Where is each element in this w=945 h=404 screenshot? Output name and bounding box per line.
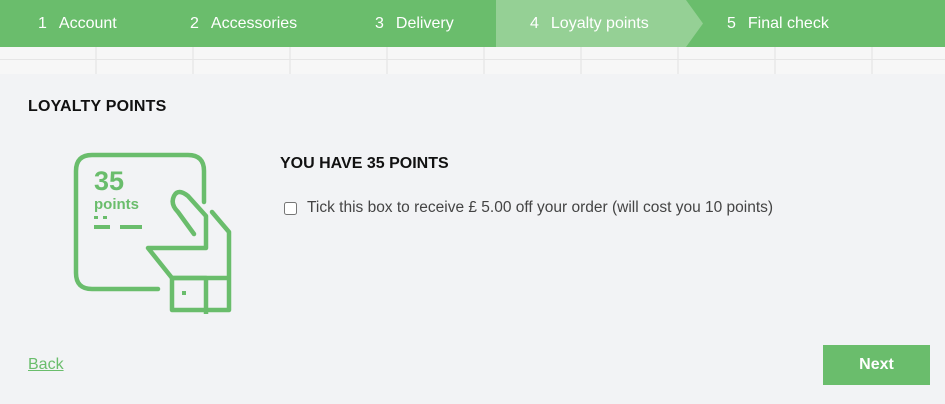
decorative-background-band [0, 47, 945, 74]
card-points-word: points [94, 196, 139, 213]
step-label: Accessories [210, 15, 298, 32]
step-label: Loyalty points [550, 15, 649, 32]
step-label: Delivery [395, 15, 454, 32]
step-number: 2 [190, 15, 199, 32]
checkout-stepper: 1 Account 2 Accessories 3 Delivery 4 Loyalty… [0, 0, 945, 47]
panel-title: LOYALTY POINTS [28, 98, 167, 115]
step-account[interactable]: 1 Account [38, 0, 117, 47]
step-final-check[interactable]: 5 Final check [727, 0, 829, 47]
redeem-points-option[interactable]: Tick this box to receive £ 5.00 off your… [284, 199, 773, 217]
points-balance-heading: YOU HAVE 35 POINTS [280, 155, 449, 172]
step-delivery[interactable]: 3 Delivery [375, 0, 454, 47]
redeem-points-checkbox[interactable] [284, 201, 297, 215]
back-link[interactable]: Back [28, 356, 64, 374]
checkout-page: 1 Account 2 Accessories 3 Delivery 4 Loyalty… [0, 0, 945, 404]
step-number: 4 [530, 15, 539, 32]
step-number: 5 [727, 15, 736, 32]
step-label: Account [58, 15, 117, 32]
brick-divider [0, 59, 945, 60]
redeem-points-label: Tick this box to receive £ 5.00 off your… [307, 199, 774, 216]
card-points-value: 35 [94, 166, 124, 196]
loyalty-card-hand-icon: 35 points [73, 152, 232, 314]
step-loyalty-points[interactable]: 4 Loyalty points [530, 0, 649, 47]
loyalty-points-panel: LOYALTY POINTS 35 points YOU HAVE 35 POI… [0, 74, 945, 404]
step-accessories[interactable]: 2 Accessories [190, 0, 297, 47]
step-label: Final check [747, 15, 829, 32]
step-number: 1 [38, 15, 47, 32]
step-number: 3 [375, 15, 384, 32]
next-button[interactable]: Next [823, 345, 930, 385]
